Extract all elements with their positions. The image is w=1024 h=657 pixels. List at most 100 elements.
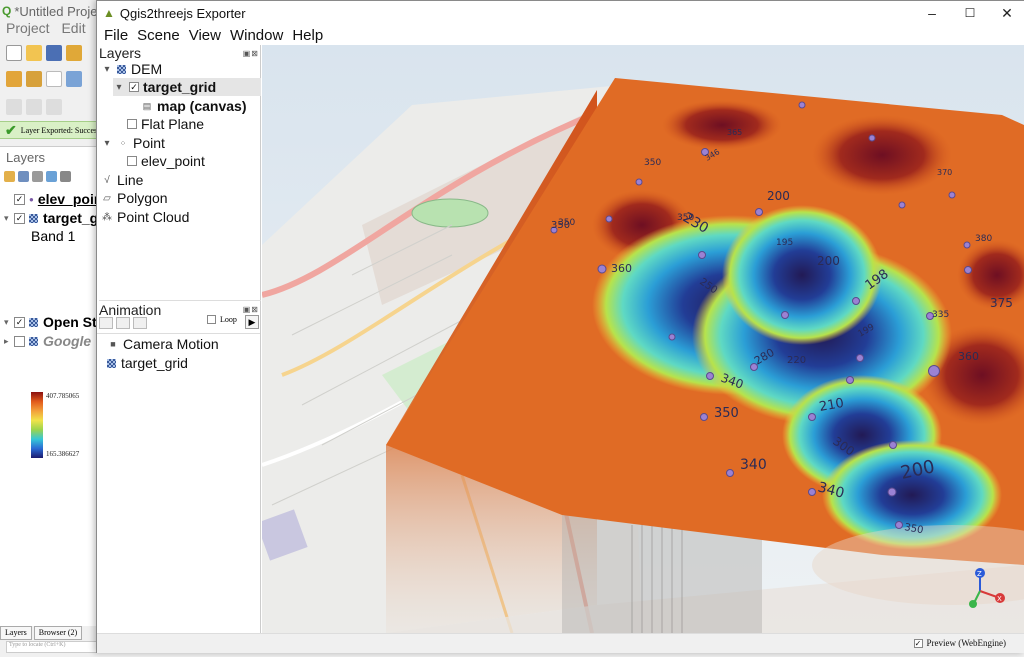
qgis-menu-edit[interactable]: Edit — [61, 20, 85, 36]
identify-icon[interactable] — [26, 99, 42, 115]
layer-checkbox[interactable] — [127, 119, 137, 129]
layer-style-icon[interactable] — [4, 171, 15, 182]
tree-label: Point — [133, 135, 165, 151]
qgis-panel-tabs: Layers Browser (2) — [0, 626, 97, 640]
tab-browser[interactable]: Browser (2) — [33, 626, 83, 640]
visibility-icon[interactable] — [32, 171, 43, 182]
raster-layer-icon — [29, 213, 38, 223]
qgis2threejs-logo-icon: ▲ — [103, 6, 115, 20]
expression-filter-icon[interactable] — [60, 171, 71, 182]
layer-checkbox[interactable]: ✓ — [129, 82, 139, 92]
loop-toggle[interactable]: Loop — [207, 315, 237, 324]
tree-label: Point Cloud — [117, 209, 190, 225]
add-vector-icon[interactable] — [26, 71, 42, 87]
tab-layers[interactable]: Layers — [0, 626, 32, 640]
3d-scene[interactable]: 365 346 350 350 360 350 230 200 195 200 … — [262, 45, 1024, 633]
material-icon: ▤ — [142, 100, 152, 111]
contour-label: 340 — [740, 457, 767, 473]
save-as-icon[interactable] — [66, 45, 82, 61]
filter-icon[interactable] — [46, 171, 57, 182]
camera-icon: ■ — [110, 339, 116, 349]
layer-checkbox[interactable] — [127, 156, 137, 166]
tree-label: target_grid — [143, 79, 217, 95]
preview-checkbox[interactable]: ✓ — [913, 638, 923, 648]
dock-float-close-icon[interactable]: ▣⊠ — [243, 49, 259, 58]
add-layer-icon[interactable] — [6, 71, 22, 87]
layer-checkbox[interactable]: ✓ — [14, 316, 25, 328]
layers-panel-toolbar — [4, 171, 71, 187]
dock-float-close-icon[interactable]: ▣⊠ — [243, 305, 259, 314]
play-button[interactable]: ▶ — [245, 315, 259, 329]
tree-label: target_grid — [121, 355, 188, 371]
tree-group-polygon[interactable]: ▱ Polygon — [101, 189, 167, 207]
preview-label: Preview (WebEngine) — [926, 638, 1007, 648]
digitize-icon[interactable] — [66, 71, 82, 87]
tree-layer-elev-point[interactable]: elev_point — [127, 152, 205, 170]
layer-checkbox[interactable] — [14, 335, 25, 347]
qgis-layer-google[interactable]: ▸ Google — [4, 332, 91, 350]
layer-checkbox[interactable]: ✓ — [14, 193, 25, 205]
collapse-arrow-icon[interactable]: ▾ — [4, 317, 10, 328]
exporter-status-bar: ✓ Preview (WebEngine) — [97, 633, 1024, 653]
exporter-window-title: Qgis2threejs Exporter — [119, 5, 246, 21]
layer-checkbox[interactable]: ✓ — [14, 212, 25, 224]
open-folder-icon[interactable] — [26, 45, 42, 61]
menu-view[interactable]: View — [189, 27, 221, 44]
minimize-button[interactable]: – — [917, 3, 947, 23]
3d-preview-viewport[interactable]: 365 346 350 350 360 350 230 200 195 200 … — [262, 45, 1024, 633]
maximize-button[interactable]: ☐ — [955, 3, 985, 23]
measure-icon[interactable] — [46, 99, 62, 115]
exporter-title-bar: ▲ Qgis2threejs Exporter – ☐ ✕ — [97, 1, 1024, 25]
qgis-menu-project[interactable]: Project — [6, 20, 50, 36]
edit-keyframe-icon[interactable] — [116, 317, 130, 329]
remove-keyframe-icon[interactable] — [133, 317, 147, 329]
qgis-layer-elev-point[interactable]: ✓ ● elev_point — [4, 190, 107, 208]
qgis-toolbar-layers — [0, 66, 97, 92]
menu-window[interactable]: Window — [230, 27, 283, 44]
new-project-icon[interactable] — [6, 45, 22, 61]
add-keyframe-icon[interactable] — [99, 317, 113, 329]
layers-dock-title: Layers — [99, 45, 142, 61]
layers-panel-title: Layers — [6, 150, 46, 165]
tree-group-point[interactable]: ▾ ⁘ Point — [101, 134, 165, 152]
raster-layer-icon — [29, 336, 38, 346]
point-layer-icon: ● — [29, 194, 34, 204]
contour-label: 360 — [611, 262, 632, 275]
preview-toggle[interactable]: ✓ Preview (WebEngine) — [913, 638, 1007, 648]
tree-flat-plane[interactable]: Flat Plane — [127, 115, 204, 133]
tree-group-dem[interactable]: ▾ DEM — [101, 60, 162, 78]
tree-group-point-cloud[interactable]: ⁂ Point Cloud — [101, 208, 189, 226]
collapse-arrow-icon[interactable]: ▾ — [101, 64, 113, 75]
loop-checkbox[interactable] — [207, 315, 216, 324]
collapse-arrow-icon[interactable]: ▾ — [101, 138, 113, 149]
layer-label: Google — [43, 333, 92, 349]
tree-layer-target-grid[interactable]: ▾ ✓ target_grid — [113, 78, 261, 96]
tree-group-line[interactable]: √ Line — [101, 171, 143, 189]
animation-item-camera-motion[interactable]: ■ Camera Motion — [107, 335, 218, 353]
save-icon[interactable] — [46, 45, 62, 61]
collapse-arrow-icon[interactable]: ▾ — [113, 82, 125, 93]
qgis-menu-bar: Project Edit — [0, 20, 97, 38]
dem-icon — [117, 64, 126, 74]
contour-label: 360 — [958, 350, 979, 363]
point-group-icon: ⁘ — [119, 138, 127, 148]
polygon-group-icon: ▱ — [103, 192, 111, 204]
expand-arrow-icon[interactable]: ▸ — [4, 336, 10, 347]
menu-help[interactable]: Help — [292, 27, 323, 44]
collapse-arrow-icon[interactable]: ▾ — [4, 213, 10, 224]
point-cloud-icon: ⁂ — [102, 211, 112, 223]
contour-label: 220 — [787, 355, 806, 366]
tree-label: DEM — [131, 61, 163, 77]
add-delimited-icon[interactable] — [46, 71, 62, 87]
select-icon[interactable] — [6, 99, 22, 115]
add-group-icon[interactable] — [18, 171, 29, 182]
color-ramp-legend — [31, 392, 43, 458]
qgis-layers-panel: Layers ✓ ● elev_point ▾ ✓ target_grid Ba… — [0, 146, 154, 626]
menu-file[interactable]: File — [104, 27, 128, 44]
close-button[interactable]: ✕ — [992, 3, 1022, 23]
tree-material-map-canvas[interactable]: ▤ map (canvas) — [141, 97, 247, 115]
animation-item-target-grid[interactable]: target_grid — [107, 354, 188, 372]
menu-scene[interactable]: Scene — [137, 27, 180, 44]
contour-label: 350 — [644, 158, 661, 168]
locator-input[interactable]: Type to locate (Ctrl+K) — [6, 641, 97, 653]
